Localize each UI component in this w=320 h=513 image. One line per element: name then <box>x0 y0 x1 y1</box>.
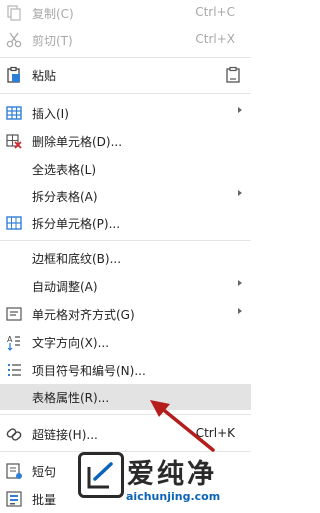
menu-item-shortcut: Ctrl+X <box>195 32 235 46</box>
table-insert-icon <box>6 106 22 120</box>
phrase-icon <box>6 463 22 479</box>
menu-item-split-cells[interactable]: 拆分单元格(P)... <box>0 210 251 236</box>
menu-item-insert[interactable]: 插入(I) <box>0 100 251 126</box>
menu-item-label: 文字方向(X)... <box>32 336 110 350</box>
menu-item-label: 项目符号和编号(N)... <box>32 364 146 378</box>
watermark-url: aichunjing.com <box>126 490 221 503</box>
menu-item-label: 复制(C) <box>32 7 74 21</box>
menu-item-label: 边框和底纹(B)... <box>32 252 122 266</box>
submenu-arrow-icon <box>238 280 242 286</box>
menu-separator <box>0 240 251 241</box>
menu-item-cell-alignment[interactable]: 单元格对齐方式(G) <box>0 301 251 327</box>
cell-align-icon <box>6 307 22 321</box>
menu-separator <box>0 93 251 94</box>
menu-item-label: 单元格对齐方式(G) <box>32 308 135 322</box>
menu-item-label: 拆分单元格(P)... <box>32 217 121 231</box>
annotation-arrow-icon <box>150 400 215 452</box>
text-direction-icon: A <box>7 335 20 351</box>
menu-item-auto-adjust[interactable]: 自动调整(A) <box>0 273 251 299</box>
menu-item-split-table[interactable]: 拆分表格(A) <box>0 183 251 209</box>
menu-item-label: 表格属性(R)... <box>32 391 110 405</box>
menu-separator <box>0 57 251 58</box>
menu-item-label: 拆分表格(A) <box>32 190 98 204</box>
paste-icon <box>7 66 20 83</box>
batch-icon <box>6 491 22 507</box>
context-menu: 复制(C) Ctrl+C 剪切(T) Ctrl+X 粘贴 插入(I) 删除单元格… <box>0 0 251 513</box>
menu-item-select-table[interactable]: 全选表格(L) <box>0 156 251 182</box>
menu-item-label: 批量 <box>32 493 57 507</box>
menu-item-label: 插入(I) <box>32 107 69 121</box>
menu-item-cut[interactable]: 剪切(T) Ctrl+X <box>0 27 251 53</box>
menu-item-borders-shading[interactable]: 边框和底纹(B)... <box>0 245 251 271</box>
menu-item-label: 自动调整(A) <box>32 280 98 294</box>
menu-item-label: 剪切(T) <box>32 34 73 48</box>
menu-item-paste[interactable]: 粘贴 <box>0 62 251 88</box>
menu-item-label: 短句 <box>32 465 57 479</box>
watermark-logo-icon <box>78 452 124 498</box>
menu-item-label: 删除单元格(D)... <box>32 135 123 149</box>
watermark: 爱纯净 aichunjing.com <box>78 452 251 513</box>
bullets-numbering-icon <box>8 364 21 376</box>
scissors-icon <box>6 32 22 48</box>
submenu-arrow-icon <box>238 190 242 196</box>
svg-text:A: A <box>7 335 13 344</box>
submenu-arrow-icon <box>238 308 242 314</box>
menu-item-delete-cells[interactable]: 删除单元格(D)... <box>0 128 251 154</box>
split-cells-icon <box>6 216 22 230</box>
delete-cells-icon <box>6 134 22 149</box>
menu-item-label: 全选表格(L) <box>32 163 97 177</box>
hyperlink-icon <box>6 428 22 441</box>
paste-options-icon[interactable] <box>225 66 241 84</box>
menu-item-label: 粘贴 <box>32 69 57 83</box>
menu-item-copy[interactable]: 复制(C) Ctrl+C <box>0 0 251 26</box>
menu-item-shortcut: Ctrl+C <box>195 5 235 19</box>
watermark-title: 爱纯净 <box>127 459 217 490</box>
menu-item-text-direction[interactable]: A 文字方向(X)... <box>0 329 251 355</box>
menu-item-label: 超链接(H)... <box>32 428 98 442</box>
menu-item-bullets-numbering[interactable]: 项目符号和编号(N)... <box>0 357 251 383</box>
copy-icon <box>7 5 21 21</box>
submenu-arrow-icon <box>238 107 242 113</box>
